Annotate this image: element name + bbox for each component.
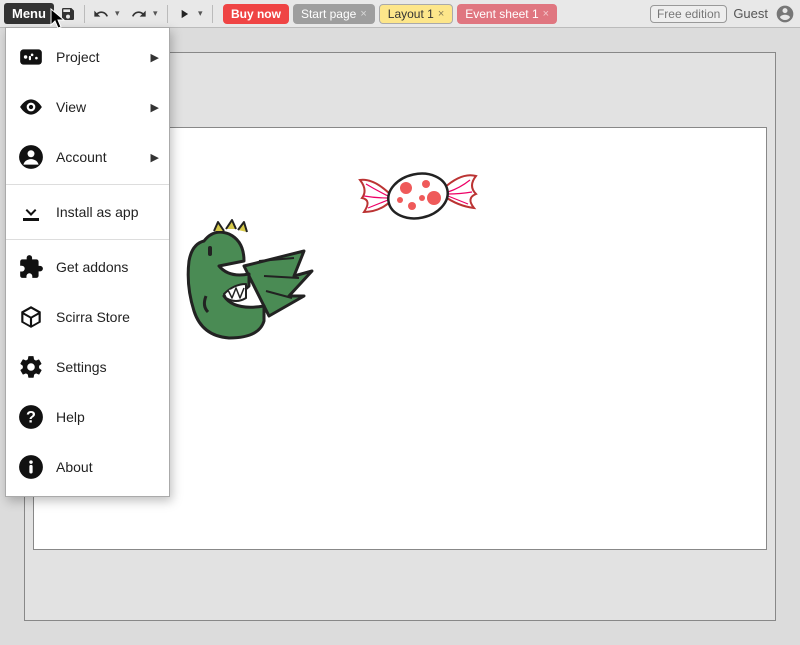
tab-label: Start page [301,7,356,21]
undo-button[interactable] [89,3,113,25]
redo-icon [131,6,147,22]
close-icon[interactable]: × [360,8,366,20]
user-circle-icon [775,4,795,24]
toolbar-separator [167,5,168,23]
project-icon [18,44,44,70]
tab-bar: Buy now Start page × Layout 1 × Event shee… [223,4,557,24]
menu-item-label: Settings [56,359,107,375]
menu-separator [6,184,169,185]
menu-item-label: Help [56,409,85,425]
account-icon [18,144,44,170]
tab-label: Event sheet 1 [465,7,538,21]
main-menu-dropdown: Project ▶ View ▶ Account ▶ Install as ap… [5,27,170,497]
redo-dropdown[interactable]: ▾ [153,8,163,19]
redo-button[interactable] [127,3,151,25]
close-icon[interactable]: × [438,8,444,20]
tab-event-sheet-1[interactable]: Event sheet 1 × [457,4,557,24]
menu-item-label: About [56,459,93,475]
close-icon[interactable]: × [543,8,549,20]
save-icon [60,6,76,22]
guest-label: Guest [733,6,768,21]
addons-icon [18,254,44,280]
undo-dropdown[interactable]: ▾ [115,8,125,19]
menu-item-install[interactable]: Install as app [6,187,169,237]
menu-separator [6,239,169,240]
menu-item-label: Account [56,149,107,165]
menu-item-label: Install as app [56,204,139,220]
sprite-dragon[interactable] [174,186,324,346]
play-icon [177,7,191,21]
menu-item-account[interactable]: Account ▶ [6,132,169,182]
chevron-right-icon: ▶ [151,51,159,64]
about-icon [18,454,44,480]
help-icon: ? [18,404,44,430]
view-icon [18,94,44,120]
settings-icon [18,354,44,380]
menu-item-addons[interactable]: Get addons [6,242,169,292]
store-icon [18,304,44,330]
menu-button[interactable]: Menu [4,3,54,24]
sprite-candy[interactable] [354,148,484,248]
svg-text:?: ? [26,408,36,426]
account-avatar[interactable] [774,3,796,25]
menu-item-label: View [56,99,86,115]
menu-item-view[interactable]: View ▶ [6,82,169,132]
tab-start-page[interactable]: Start page × [293,4,375,24]
toolbar-separator [84,5,85,23]
menu-item-store[interactable]: Scirra Store [6,292,169,342]
menu-item-label: Scirra Store [56,309,130,325]
play-dropdown[interactable]: ▾ [198,8,208,19]
save-button[interactable] [56,3,80,25]
play-button[interactable] [172,3,196,25]
toolbar-separator [212,5,213,23]
chevron-right-icon: ▶ [151,151,159,164]
menu-item-label: Get addons [56,259,128,275]
menu-item-label: Project [56,49,100,65]
tab-label: Layout 1 [388,7,434,21]
tab-layout-1[interactable]: Layout 1 × [379,4,453,24]
chevron-right-icon: ▶ [151,101,159,114]
menu-item-project[interactable]: Project ▶ [6,32,169,82]
menu-item-about[interactable]: About [6,442,169,492]
menu-item-settings[interactable]: Settings [6,342,169,392]
menu-item-help[interactable]: ? Help [6,392,169,442]
account-group: Free edition Guest [650,3,796,25]
install-icon [18,199,44,225]
undo-icon [93,6,109,22]
tab-label: Buy now [231,7,281,21]
tab-buy-now[interactable]: Buy now [223,4,289,24]
free-edition-badge[interactable]: Free edition [650,5,727,23]
top-toolbar: Menu ▾ ▾ ▾ Buy now Start page × Layout 1 ×… [0,0,800,28]
